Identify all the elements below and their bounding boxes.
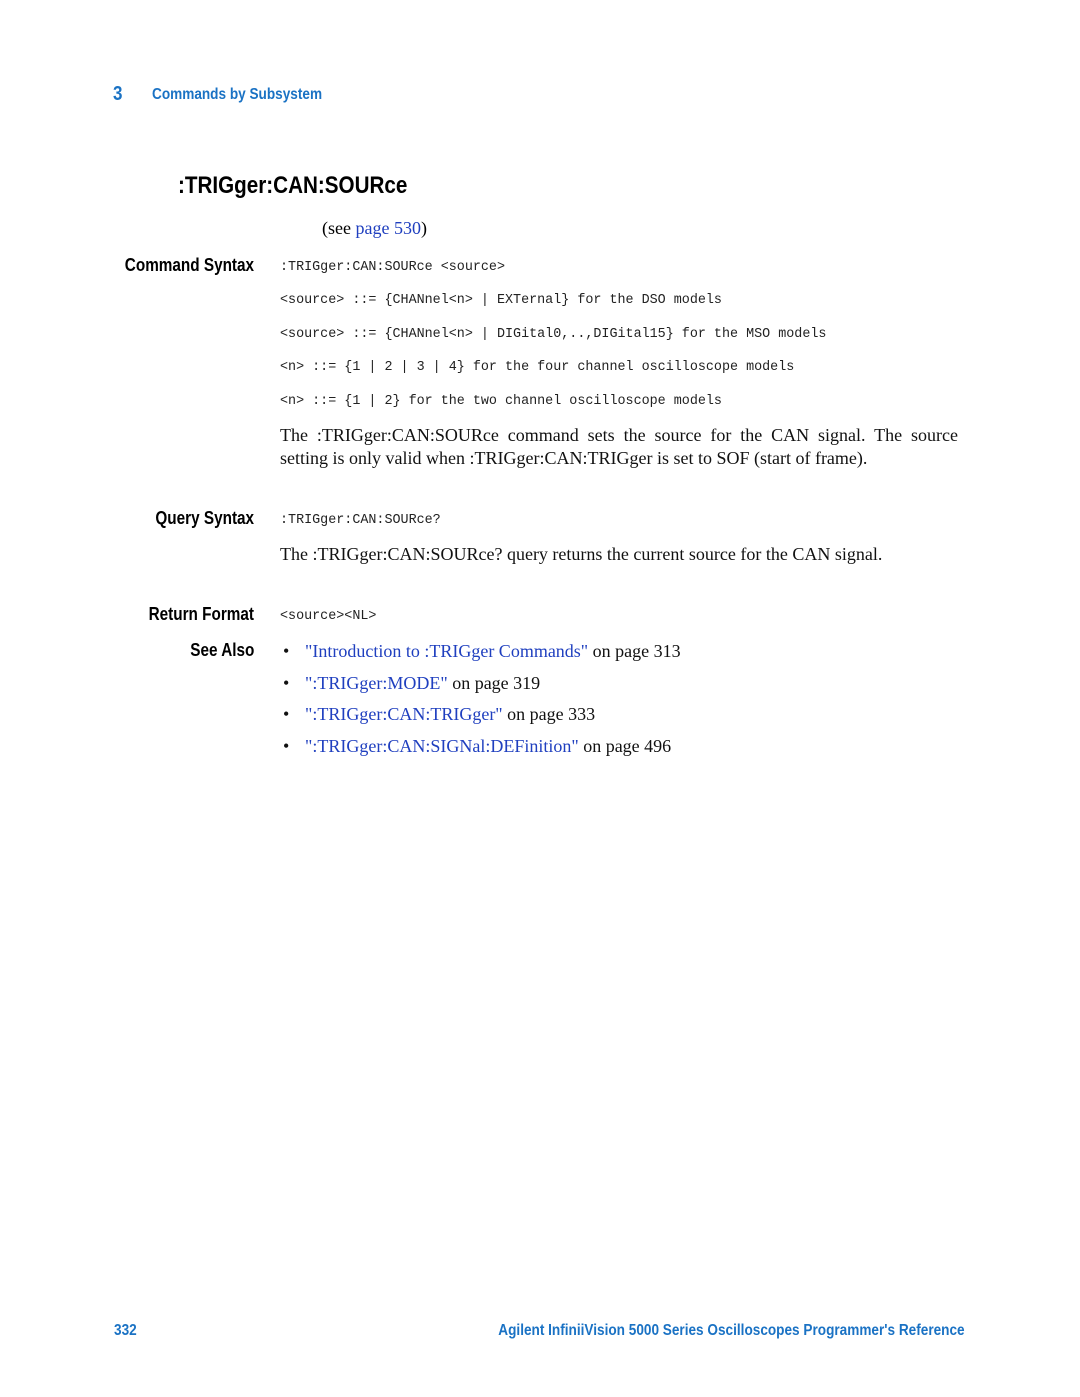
footer-book-title: Agilent InfiniiVision 5000 Series Oscill… [498, 1322, 965, 1339]
see-also-page: on page 333 [502, 704, 596, 725]
see-suffix: ) [420, 218, 427, 238]
chapter-number: 3 [113, 83, 123, 105]
bullet-icon: • [283, 704, 290, 725]
command-syntax-line: :TRIGger:CAN:SOURce <source> [280, 260, 505, 275]
return-format-line: <source><NL> [280, 609, 377, 624]
see-also-label: See Also [189, 640, 254, 660]
see-also-link[interactable]: ":TRIGger:MODE" [305, 673, 448, 693]
see-page-reference: (see page 530) [322, 218, 427, 239]
command-title: :TRIGger:CAN:SOURce [178, 172, 408, 199]
see-also-page: on page 313 [588, 641, 681, 661]
command-syntax-line: <n> ::= {1 | 2 | 3 | 4} for the four cha… [280, 360, 795, 375]
command-syntax-line: <source> ::= {CHANnel<n> | EXTernal} for… [280, 293, 722, 308]
bullet-icon: • [283, 672, 290, 693]
see-also-item: • ":TRIGger:MODE" on page 319 [283, 672, 681, 704]
see-also-list: • "Introduction to :TRIGger Commands" on … [283, 640, 681, 767]
see-also-page: on page 319 [447, 672, 541, 693]
command-syntax-label: Command Syntax [124, 255, 254, 275]
see-also-link[interactable]: "Introduction to :TRIGger Commands" [305, 641, 588, 661]
query-syntax-line: :TRIGger:CAN:SOURce? [280, 513, 441, 528]
query-syntax-label: Query Syntax [155, 508, 254, 528]
see-also-item: • "Introduction to :TRIGger Commands" on … [283, 640, 681, 672]
bullet-icon: • [283, 736, 290, 757]
see-prefix: (see [322, 218, 356, 238]
see-also-item: • ":TRIGger:CAN:TRIGger" on page 333 [283, 703, 681, 735]
command-description: The :TRIGger:CAN:SOURce command sets the… [280, 425, 958, 468]
see-page-link[interactable]: page 530 [355, 218, 420, 238]
footer-page-number: 332 [114, 1322, 137, 1339]
see-also-link[interactable]: ":TRIGger:CAN:TRIGger" [305, 704, 503, 724]
see-also-link[interactable]: ":TRIGger:CAN:SIGNal:DEFinition" [305, 736, 579, 756]
see-also-page: on page 496 [578, 736, 672, 757]
chapter-title: Commands by Subsystem [152, 86, 323, 103]
see-also-item: • ":TRIGger:CAN:SIGNal:DEFinition" on pag… [283, 735, 681, 767]
command-syntax-line: <n> ::= {1 | 2} for the two channel osci… [280, 394, 722, 409]
bullet-icon: • [283, 641, 290, 661]
query-description: The :TRIGger:CAN:SOURce? query returns t… [280, 544, 883, 564]
return-format-label: Return Format [148, 604, 254, 624]
command-syntax-line: <source> ::= {CHANnel<n> | DIGital0,..,D… [280, 327, 827, 342]
